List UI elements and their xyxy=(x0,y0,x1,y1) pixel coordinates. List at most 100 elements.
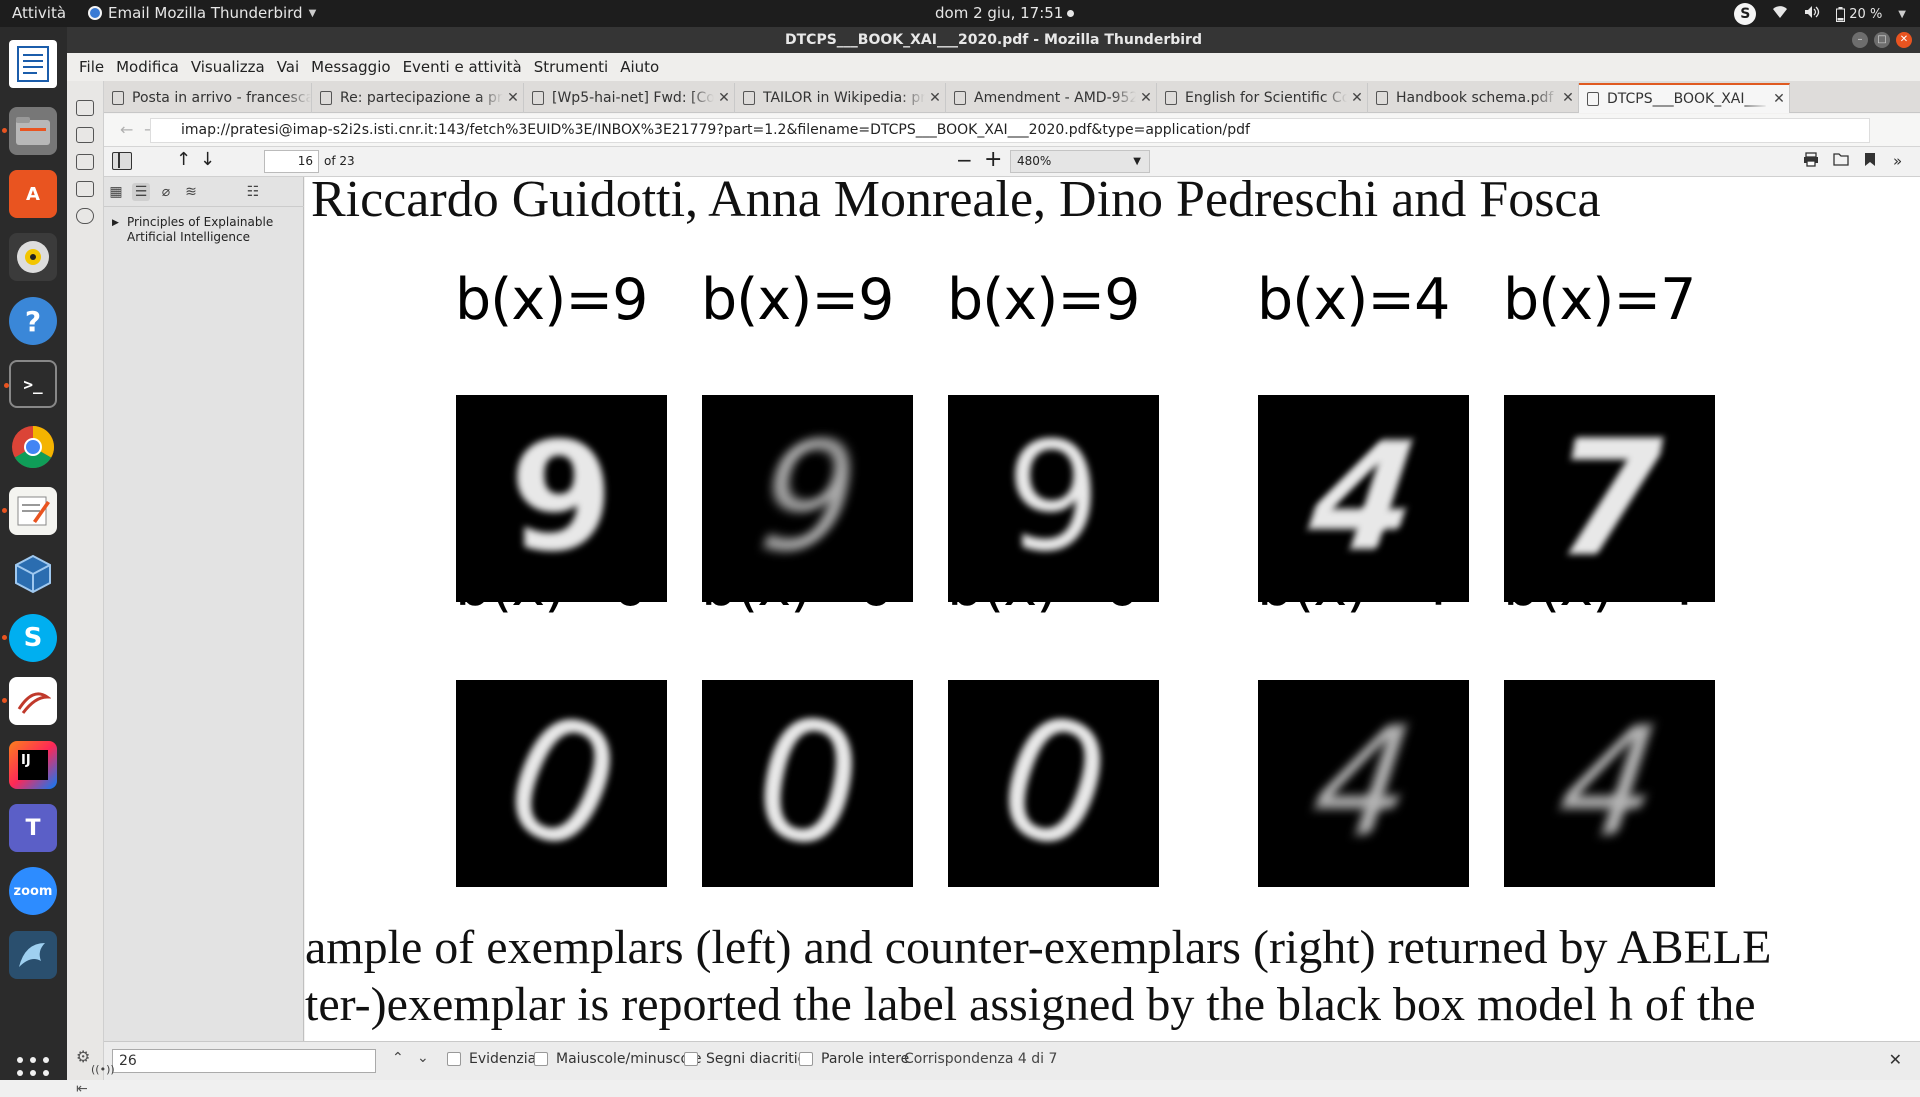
intellij-icon[interactable]: IJ xyxy=(9,741,57,789)
app-menu[interactable]: Email Mozilla Thunderbird ▼ xyxy=(88,4,316,22)
layers-icon[interactable]: ≋ xyxy=(182,183,200,201)
exemplar-image: 0 xyxy=(948,680,1159,887)
files-icon[interactable] xyxy=(2,107,57,155)
libreoffice-writer-icon[interactable] xyxy=(9,40,57,88)
tab-wp5[interactable]: [Wp5-hai-net] Fwd: [Comi ✕ xyxy=(524,83,735,113)
address-book-icon[interactable] xyxy=(76,127,94,143)
bookmark-icon[interactable] xyxy=(1864,152,1876,171)
close-tab-icon[interactable]: ✕ xyxy=(925,90,945,106)
window-titlebar[interactable]: DTCPS___BOOK_XAI___2020.pdf - Mozilla Th… xyxy=(67,27,1920,53)
minimize-icon[interactable]: – xyxy=(1852,32,1868,48)
navigation-bar: ← → imap://pratesi@imap-s2i2s.isti.cnr.i… xyxy=(104,114,1920,147)
page-number-input[interactable]: 16 xyxy=(264,150,319,173)
match-case-checkbox[interactable] xyxy=(534,1052,548,1066)
terminal-icon[interactable]: >_ xyxy=(4,360,57,408)
diacritics-option[interactable]: Segni diacritici xyxy=(684,1051,809,1067)
system-tray[interactable]: S 20 % ▼ xyxy=(1734,3,1906,25)
whole-words-checkbox[interactable] xyxy=(799,1052,813,1066)
mysql-workbench-icon[interactable] xyxy=(9,931,57,979)
close-tab-icon[interactable]: ✕ xyxy=(1136,90,1156,106)
close-tab-icon[interactable]: ✕ xyxy=(503,90,523,106)
menu-edit[interactable]: Modifica xyxy=(110,53,185,81)
mail-space-icon[interactable] xyxy=(76,100,94,116)
battery-indicator: 20 % xyxy=(1836,6,1883,22)
thumbnails-icon[interactable]: ▦ xyxy=(107,183,125,201)
close-tab-icon[interactable]: ✕ xyxy=(1769,91,1789,107)
skype-icon[interactable]: S xyxy=(2,614,57,662)
figure-caption-line: ter-)exemplar is reported the label assi… xyxy=(305,978,1756,1031)
tab-partecipazione[interactable]: Re: partecipazione a proge ✕ xyxy=(312,83,524,113)
tab-tailor[interactable]: TAILOR in Wikipedia: pro ✕ xyxy=(735,83,946,113)
software-center-icon[interactable]: A xyxy=(9,170,57,218)
chrome-icon[interactable] xyxy=(9,423,57,471)
open-file-icon[interactable] xyxy=(1833,152,1849,170)
highlight-checkbox[interactable] xyxy=(447,1052,461,1066)
print-icon[interactable] xyxy=(1803,152,1819,171)
more-tools-icon[interactable]: » xyxy=(1893,152,1902,170)
activities-button[interactable]: Attività xyxy=(12,4,66,22)
menu-help[interactable]: Aiuto xyxy=(614,53,665,81)
menu-events[interactable]: Eventi e attività xyxy=(397,53,528,81)
menu-message[interactable]: Messaggio xyxy=(305,53,396,81)
close-tab-icon[interactable]: ✕ xyxy=(714,90,734,106)
virtualbox-icon[interactable] xyxy=(9,550,57,598)
close-window-icon[interactable]: ✕ xyxy=(1896,32,1912,48)
document-viewer-icon[interactable] xyxy=(2,677,57,725)
pdf-page-view[interactable]: Riccardo Guidotti, Anna Monreale, Dino P… xyxy=(305,177,1920,1041)
whole-words-option[interactable]: Parole intere xyxy=(799,1051,909,1067)
zoom-select[interactable]: 480% ▼ xyxy=(1010,150,1150,173)
collapse-sidebar-icon[interactable]: ⇤ xyxy=(76,1081,88,1097)
text-editor-icon[interactable] xyxy=(2,487,57,535)
diacritics-checkbox[interactable] xyxy=(684,1052,698,1066)
skype-tray-icon[interactable]: S xyxy=(1734,3,1757,25)
counter-exemplar-label: b(x)=7 xyxy=(1503,267,1696,333)
tab-dtcps[interactable]: DTCPS___BOOK_XAI___ ✕ xyxy=(1579,83,1790,113)
find-next-icon[interactable]: ⌄ xyxy=(417,1050,429,1066)
rhythmbox-icon[interactable] xyxy=(9,233,57,281)
help-icon[interactable]: ? xyxy=(9,297,57,345)
tab-english[interactable]: English for Scientific Com ✕ xyxy=(1157,83,1368,113)
outline-item[interactable]: ▶ Principles of Explainable Artificial I… xyxy=(112,215,287,245)
tab-handbook[interactable]: Handbook schema.pdf ✕ xyxy=(1368,83,1579,113)
close-tab-icon[interactable]: ✕ xyxy=(1558,90,1578,106)
zoom-icon[interactable]: zoom xyxy=(9,867,57,915)
zoom-in-icon[interactable]: + xyxy=(984,147,1002,172)
teams-icon[interactable]: T xyxy=(9,804,57,852)
menu-tools[interactable]: Strumenti xyxy=(528,53,614,81)
url-field[interactable]: imap://pratesi@imap-s2i2s.isti.cnr.it:14… xyxy=(150,118,1870,143)
running-indicator xyxy=(2,508,7,513)
chat-icon[interactable] xyxy=(76,208,94,224)
find-previous-icon[interactable]: ⌃ xyxy=(392,1050,404,1066)
menu-view[interactable]: Visualizza xyxy=(185,53,271,81)
calendar-icon[interactable] xyxy=(76,154,94,170)
message-icon xyxy=(1165,91,1177,105)
expand-triangle-icon[interactable]: ▶ xyxy=(112,216,119,231)
menu-file[interactable]: File xyxy=(73,53,110,81)
close-tab-icon[interactable]: ✕ xyxy=(1347,90,1367,106)
online-status-icon[interactable]: ((•)) xyxy=(91,1063,115,1076)
maximize-icon[interactable]: □ xyxy=(1874,32,1890,48)
zoom-out-icon[interactable]: − xyxy=(956,148,973,172)
previous-page-icon[interactable]: ↑ xyxy=(176,149,191,170)
current-outline-icon[interactable]: ☷ xyxy=(244,183,262,201)
tasks-icon[interactable] xyxy=(76,181,94,197)
outline-icon[interactable]: ☰ xyxy=(132,183,150,201)
menu-go[interactable]: Vai xyxy=(271,53,305,81)
highlight-all-option[interactable]: Evidenzia xyxy=(447,1051,536,1067)
app-menu-label: Email Mozilla Thunderbird xyxy=(108,4,303,22)
close-find-bar-icon[interactable]: ✕ xyxy=(1889,1050,1902,1069)
wifi-icon xyxy=(1772,5,1788,23)
clock[interactable]: dom 2 giu, 17:51 xyxy=(935,4,1075,22)
next-page-icon[interactable]: ↓ xyxy=(200,149,215,170)
battery-label: 20 % xyxy=(1849,6,1883,22)
match-case-option[interactable]: Maiuscole/minuscole xyxy=(534,1051,702,1067)
tab-amendment[interactable]: Amendment - AMD-952 ✕ xyxy=(946,83,1157,113)
attachments-icon[interactable]: ⌀ xyxy=(157,183,175,201)
toggle-sidebar-icon[interactable] xyxy=(112,152,132,170)
clock-label: dom 2 giu, 17:51 xyxy=(935,4,1064,22)
back-arrow-icon[interactable]: ← xyxy=(120,120,133,139)
show-applications-icon[interactable] xyxy=(17,1057,49,1089)
find-input[interactable]: 26 xyxy=(112,1049,376,1073)
exemplar-label: b(x)=9 xyxy=(455,267,648,333)
tab-inbox[interactable]: Posta in arrivo - francesca xyxy=(104,83,312,113)
